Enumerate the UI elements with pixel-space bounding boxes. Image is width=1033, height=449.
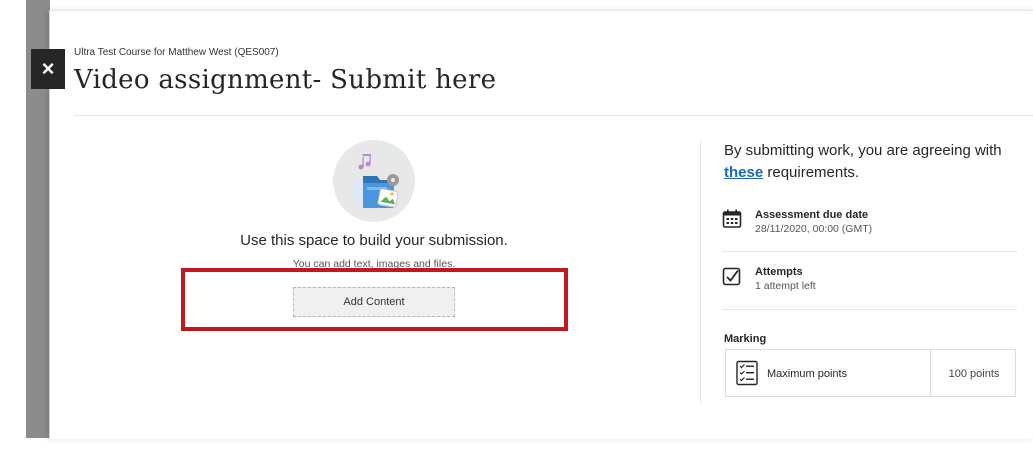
max-points-label: Maximum points <box>767 368 848 380</box>
assignment-panel: Ultra Test Course for Matthew West (QES0… <box>49 10 1033 439</box>
max-points-box: Maximum points 100 points <box>725 349 1016 397</box>
marking-heading: Marking <box>724 333 767 345</box>
header-divider <box>74 115 1033 116</box>
requirements-link[interactable]: these <box>724 164 763 181</box>
due-date-label: Assessment due date <box>755 209 869 221</box>
folder-media-icon <box>351 154 399 208</box>
checkbox-icon <box>722 267 741 286</box>
course-name: Ultra Test Course for Matthew West (QES0… <box>74 47 279 58</box>
row-divider <box>722 251 1017 252</box>
close-button[interactable]: × <box>31 49 65 89</box>
max-points-value: 100 points <box>948 368 1000 380</box>
row-divider <box>722 309 1017 310</box>
rubric-list-icon <box>736 360 758 386</box>
attempts-label: Attempts <box>755 266 803 278</box>
submission-illustration <box>333 140 415 222</box>
calendar-icon <box>722 209 742 228</box>
page-title: Video assignment- Submit here <box>74 65 497 95</box>
requirements-text: By submitting work, you are agreeing wit… <box>724 140 1024 184</box>
close-icon: × <box>41 56 55 81</box>
requirements-prefix: By submitting work, you are agreeing wit… <box>724 142 1002 159</box>
requirements-suffix: requirements. <box>763 164 860 181</box>
submission-heading: Use this space to build your submission. <box>240 232 508 249</box>
highlight-box <box>181 268 568 331</box>
due-date-value: 28/11/2020, 00:00 (GMT) <box>755 223 873 235</box>
column-divider <box>700 141 701 403</box>
attempts-value: 1 attempt left <box>755 280 816 292</box>
